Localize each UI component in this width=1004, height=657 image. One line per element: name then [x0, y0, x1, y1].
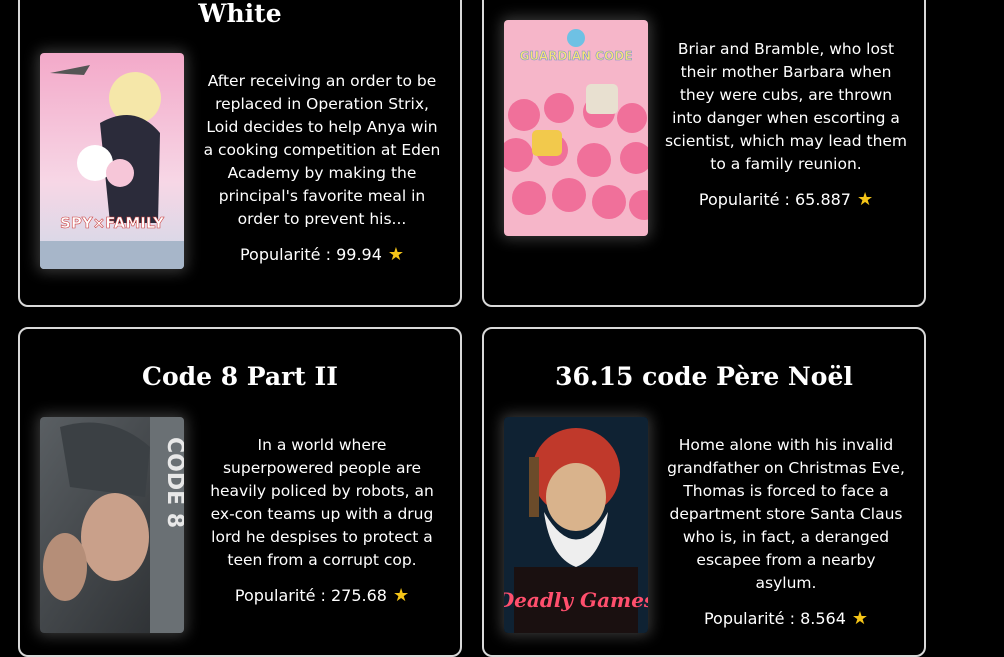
poster-title: CODE 8	[162, 437, 184, 528]
movie-overview: In a world where superpowered people are…	[210, 436, 434, 569]
movie-poster[interactable]: CODE 8	[40, 417, 184, 633]
poster-title: Deadly Games	[504, 588, 648, 612]
robot-helmet-poster-icon: CODE 8	[40, 417, 184, 633]
movie-info: In a world where superpowered people are…	[200, 434, 444, 607]
movie-card[interactable]: Code 8 Part II CODE 8 In a world where s…	[18, 327, 462, 657]
movie-card[interactable]: 36.15 code Père Noël Deadly Games Home a…	[482, 327, 926, 657]
movie-overview: Briar and Bramble, who lost their mother…	[664, 40, 908, 173]
movie-title: White	[198, 0, 282, 28]
popularity-label: Popularité : 8.564	[703, 609, 846, 628]
movie-overview: After receiving an order to be replaced …	[203, 72, 441, 228]
star-icon: ★	[851, 608, 869, 629]
movie-poster[interactable]: GUARDIAN CODE	[504, 20, 648, 236]
movie-title: 36.15 code Père Noël	[555, 362, 853, 391]
movie-overview: Home alone with his invalid grandfather …	[667, 436, 905, 592]
movie-poster[interactable]: Deadly Games	[504, 417, 648, 633]
evil-santa-poster-icon: Deadly Games	[504, 417, 648, 633]
popularity-label: Popularité : 65.887	[698, 190, 851, 209]
movie-info: After receiving an order to be replaced …	[200, 70, 444, 266]
movie-info: Home alone with his invalid grandfather …	[664, 434, 908, 630]
movie-poster[interactable]: SPY×FAMILY	[40, 53, 184, 269]
star-icon: ★	[392, 585, 410, 606]
popularity-label: Popularité : 99.94	[239, 245, 382, 264]
popularity: Popularité : 8.564 ★	[664, 607, 908, 630]
star-icon: ★	[387, 244, 405, 265]
movie-title: Code 8 Part II	[142, 362, 338, 391]
movie-card[interactable]: White SPY×FAMILY After receiving an orde…	[18, 0, 462, 307]
popularity: Popularité : 65.887 ★	[664, 188, 908, 211]
movie-card[interactable]: GUARDIAN CODE Briar and Bramble, who los…	[482, 0, 926, 307]
poster-title: SPY×FAMILY	[60, 214, 165, 232]
movie-info: Briar and Bramble, who lost their mother…	[664, 38, 908, 211]
popularity: Popularité : 275.68 ★	[200, 584, 444, 607]
anime-family-poster-icon: SPY×FAMILY	[40, 53, 184, 269]
pink-creatures-poster-icon: GUARDIAN CODE	[504, 20, 648, 236]
poster-title: GUARDIAN CODE	[520, 49, 633, 63]
popularity-label: Popularité : 275.68	[234, 586, 387, 605]
popularity: Popularité : 99.94 ★	[200, 243, 444, 266]
star-icon: ★	[856, 189, 874, 210]
